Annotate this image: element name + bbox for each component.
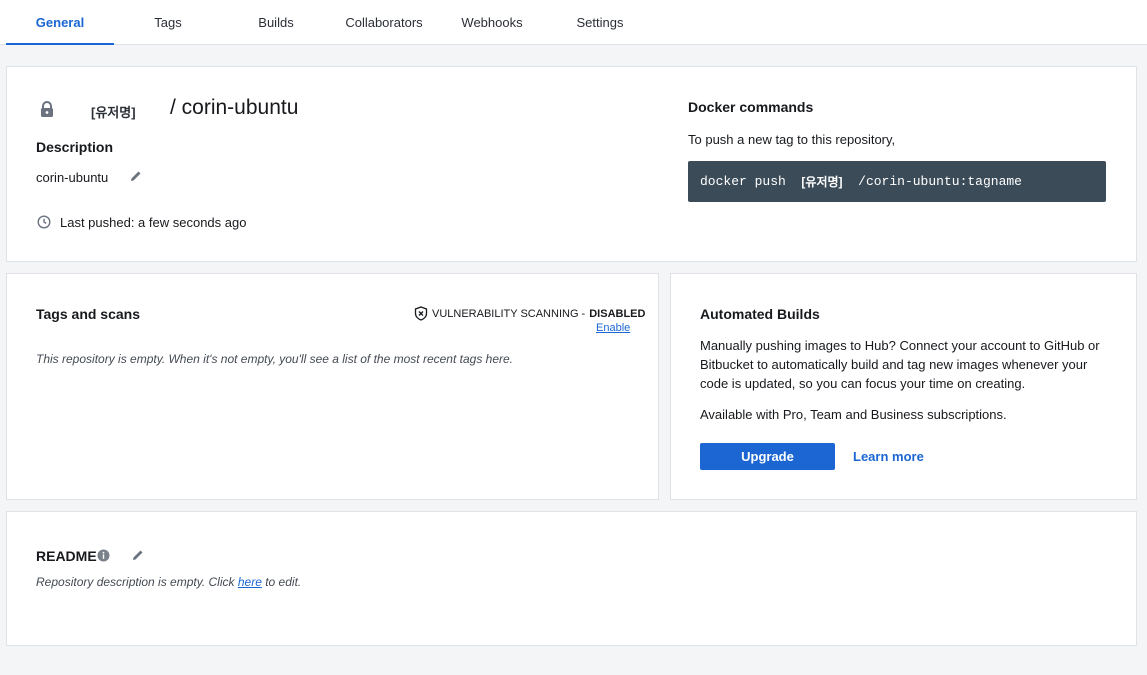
- description-text: corin-ubuntu: [36, 170, 109, 185]
- repo-name: / corin-ubuntu: [170, 96, 299, 119]
- edit-description-icon[interactable]: [129, 169, 143, 183]
- tags-empty-text: This repository is empty. When it's not …: [36, 352, 513, 366]
- subscription-note: Available with Pro, Team and Business su…: [700, 407, 1007, 422]
- readme-heading: README: [36, 548, 97, 564]
- upgrade-button[interactable]: Upgrade: [700, 443, 835, 470]
- readme-empty-prefix: Repository description is empty. Click: [36, 575, 238, 589]
- docker-push-command[interactable]: docker push [유저명] /corin-ubuntu:tagname: [688, 161, 1106, 202]
- clock-icon: [37, 215, 51, 229]
- docker-commands-subtext: To push a new tag to this repository,: [688, 132, 896, 147]
- readme-empty-text: Repository description is empty. Click h…: [36, 575, 301, 589]
- cmd-username: [유저명]: [801, 175, 843, 189]
- scan-status: DISABLED: [589, 307, 646, 320]
- cmd-prefix: docker push: [700, 174, 802, 189]
- vulnerability-scanning-status: VULNERABILITY SCANNING - DISABLED: [414, 306, 645, 321]
- learn-more-link[interactable]: Learn more: [853, 449, 924, 464]
- edit-readme-icon[interactable]: [131, 548, 145, 562]
- scan-label: VULNERABILITY SCANNING -: [432, 307, 586, 320]
- shield-x-icon: [414, 306, 428, 321]
- tab-tags[interactable]: Tags: [114, 0, 222, 44]
- last-pushed: Last pushed: a few seconds ago: [60, 215, 247, 230]
- docker-commands-heading: Docker commands: [688, 99, 814, 115]
- tab-collaborators[interactable]: Collaborators: [330, 0, 438, 44]
- automated-builds-description: Manually pushing images to Hub? Connect …: [700, 338, 1100, 391]
- tab-general[interactable]: General: [6, 0, 114, 45]
- repo-owner: [유저명]: [91, 105, 136, 120]
- enable-scanning-link[interactable]: Enable: [596, 322, 630, 334]
- tab-builds[interactable]: Builds: [222, 0, 330, 44]
- description-heading: Description: [36, 139, 114, 155]
- automated-builds-heading: Automated Builds: [700, 306, 820, 322]
- tab-webhooks[interactable]: Webhooks: [438, 0, 546, 44]
- lock-icon: [41, 101, 53, 117]
- tags-scans-heading: Tags and scans: [36, 306, 141, 322]
- tab-bar: General Tags Builds Collaborators Webhoo…: [0, 0, 1147, 45]
- readme-edit-link[interactable]: here: [238, 575, 262, 589]
- readme-empty-suffix: to edit.: [261, 575, 302, 589]
- info-icon[interactable]: [97, 549, 110, 562]
- tab-settings[interactable]: Settings: [546, 0, 654, 44]
- cmd-suffix: /corin-ubuntu:tagname: [842, 174, 1022, 189]
